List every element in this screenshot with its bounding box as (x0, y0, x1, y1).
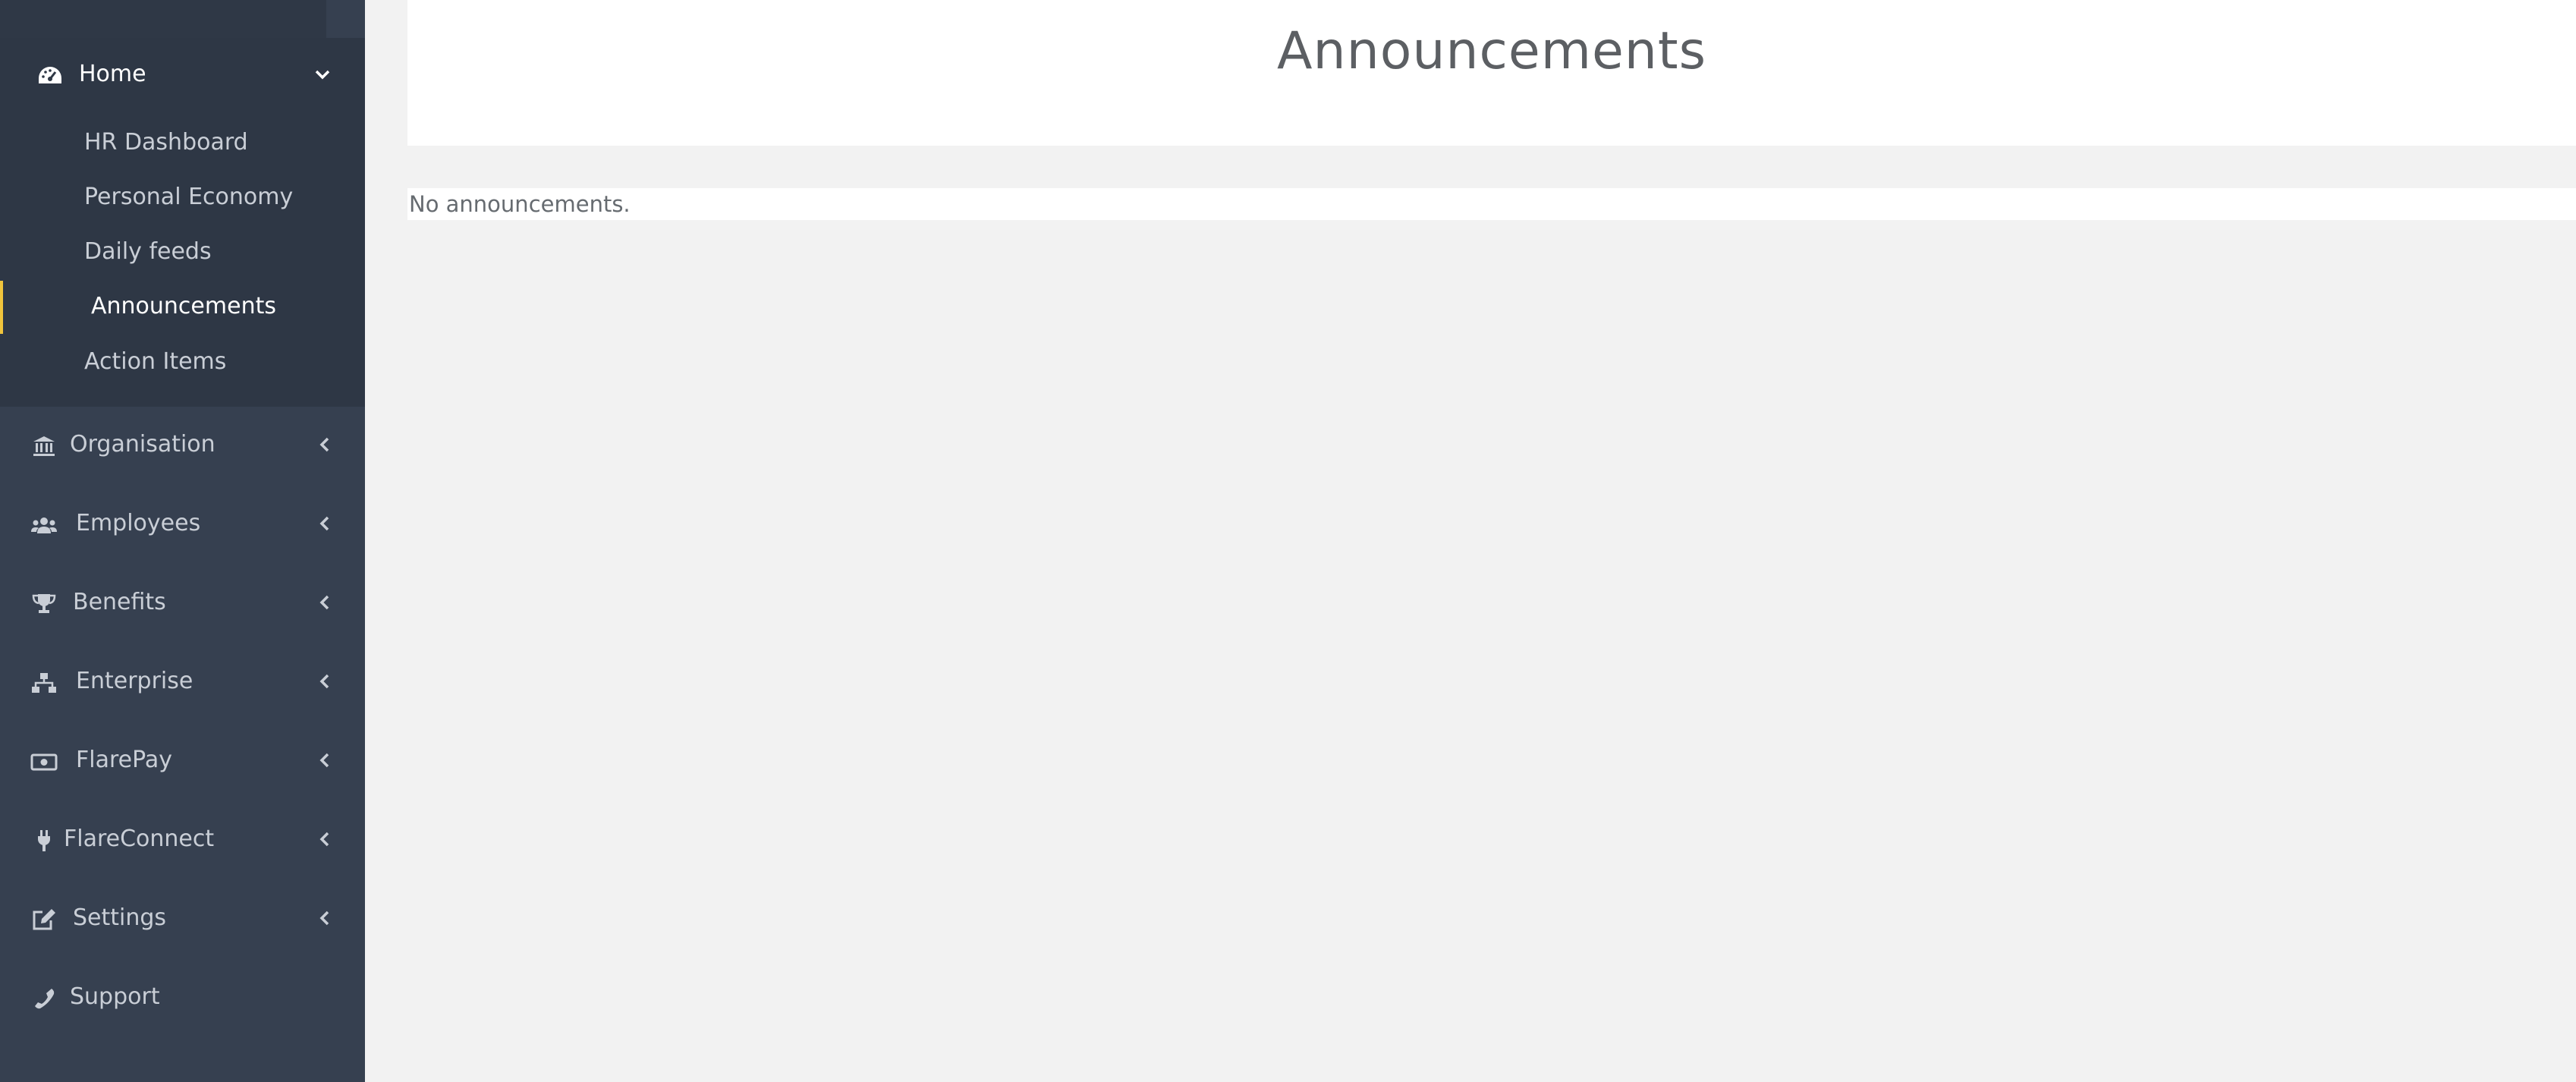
sidebar-item-home[interactable]: Home (0, 47, 365, 105)
page-header: Announcements (407, 0, 2576, 146)
submenu-item-personal-economy[interactable]: Personal Economy (0, 171, 365, 225)
users-group-icon (31, 517, 57, 533)
submenu-item-label: Daily feeds (84, 238, 212, 265)
chevron-left-icon[interactable] (314, 671, 335, 692)
sitemap-icon (32, 673, 56, 693)
chevron-left-icon[interactable] (314, 434, 335, 455)
bank-building-icon (33, 436, 55, 456)
chevron-down-icon[interactable] (311, 64, 334, 86)
chevron-left-icon[interactable] (314, 592, 335, 613)
chevron-left-icon[interactable] (314, 513, 335, 534)
sidebar-item-label: Support (70, 983, 160, 1010)
sidebar-item-organisation[interactable]: Organisation (0, 413, 365, 481)
active-indicator (0, 281, 3, 334)
chevron-left-icon[interactable] (314, 907, 335, 929)
submenu-item-label: Action Items (84, 348, 227, 375)
sidebar-item-label: Settings (73, 904, 167, 931)
sidebar-top-strip (0, 0, 326, 38)
edit-square-icon (33, 909, 55, 930)
sidebar-item-flarepay[interactable]: FlarePay (0, 728, 365, 797)
chevron-left-icon[interactable] (314, 829, 335, 850)
submenu-item-announcements[interactable]: Announcements (0, 281, 365, 334)
sidebar-item-label: Benefits (73, 589, 166, 615)
sidebar-item-label: Enterprise (76, 668, 193, 694)
submenu-item-daily-feeds[interactable]: Daily feeds (0, 226, 365, 279)
trophy-icon (32, 594, 56, 613)
sidebar-item-label: FlareConnect (64, 826, 215, 852)
sidebar-item-settings[interactable]: Settings (0, 886, 365, 955)
chevron-left-icon[interactable] (314, 750, 335, 771)
submenu-item-label: Announcements (91, 293, 276, 319)
money-bill-icon (30, 753, 58, 771)
sidebar-item-support[interactable]: Support (0, 965, 365, 1033)
sidebar-item-enterprise[interactable]: Enterprise (0, 650, 365, 718)
sidebar: Home HR Dashboard Personal Economy Daily… (0, 0, 365, 1082)
sidebar-item-label: Organisation (70, 431, 215, 458)
sidebar-item-label: FlarePay (76, 747, 172, 773)
empty-state-message: No announcements. (409, 191, 631, 217)
page-title: Announcements (1277, 20, 1706, 81)
announcements-list: No announcements. (407, 188, 2576, 220)
plug-icon (38, 830, 50, 851)
sidebar-item-home-label: Home (79, 61, 146, 87)
submenu-item-label: Personal Economy (84, 184, 294, 210)
submenu-item-label: HR Dashboard (84, 129, 248, 156)
sidebar-item-employees[interactable]: Employees (0, 492, 365, 560)
phone-icon (35, 989, 55, 1009)
submenu-item-action-items[interactable]: Action Items (0, 336, 365, 389)
submenu-item-hr-dashboard[interactable]: HR Dashboard (0, 117, 365, 170)
sidebar-item-label: Employees (76, 510, 201, 536)
sidebar-item-flareconnect[interactable]: FlareConnect (0, 807, 365, 876)
dashboard-gauge-icon (39, 67, 61, 83)
sidebar-item-benefits[interactable]: Benefits (0, 571, 365, 639)
